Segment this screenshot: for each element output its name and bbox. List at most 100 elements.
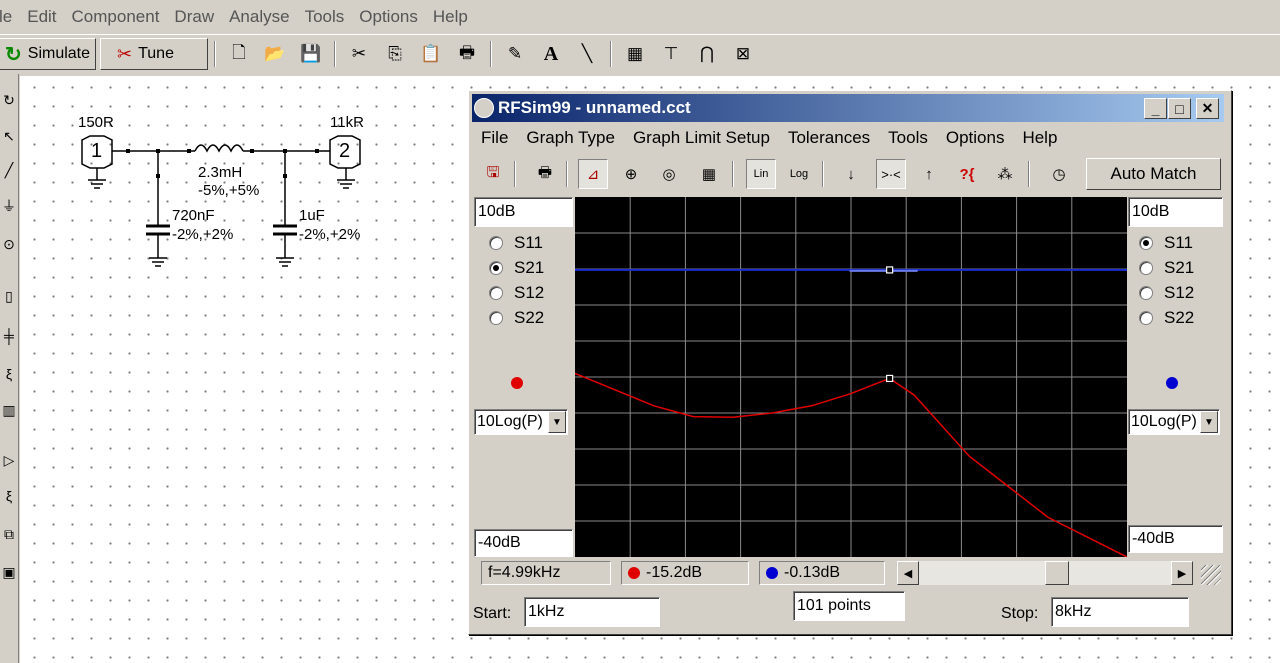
wmenu-graph-type[interactable]: Graph Type bbox=[526, 128, 615, 148]
resistor-icon[interactable]: ▯ bbox=[0, 284, 18, 308]
smith-chart-icon[interactable]: ◎ bbox=[654, 159, 684, 189]
calculator-icon[interactable]: ▦ bbox=[620, 40, 650, 68]
rotate-icon[interactable]: ↻ bbox=[0, 88, 18, 112]
paste-icon[interactable]: 📋 bbox=[416, 40, 446, 68]
tune-button[interactable]: ✂ Tune bbox=[100, 38, 208, 70]
diode-icon[interactable]: ▷ bbox=[0, 448, 18, 472]
polar-graph-icon[interactable]: ⊕ bbox=[616, 159, 646, 189]
query-icon[interactable]: ?{ bbox=[952, 159, 982, 189]
log-scale-icon[interactable]: Log bbox=[784, 159, 814, 189]
resize-grip-icon[interactable] bbox=[1201, 565, 1221, 585]
menu-analyse[interactable]: Analyse bbox=[226, 7, 292, 27]
open-folder-icon[interactable]: 📂 bbox=[260, 40, 290, 68]
port-icon[interactable]: ▣ bbox=[0, 560, 18, 584]
new-file-icon[interactable]: 🗋 bbox=[224, 40, 254, 68]
wire-tool-icon[interactable]: ✎ bbox=[500, 40, 530, 68]
s21-marker bbox=[886, 374, 894, 383]
start-frequency-field[interactable]: 1kHz bbox=[524, 597, 660, 627]
inductor-icon[interactable]: ξ bbox=[0, 362, 18, 386]
right-marker-dot bbox=[1166, 377, 1178, 389]
wmenu-file[interactable]: File bbox=[481, 128, 508, 148]
right-scale-select[interactable]: 10Log(P) ▼ bbox=[1128, 409, 1220, 435]
auto-match-button[interactable]: Auto Match bbox=[1086, 158, 1221, 190]
radio-label: S21 bbox=[1164, 258, 1195, 277]
transformer-icon[interactable]: ▥ bbox=[0, 398, 18, 422]
scroll-thumb[interactable] bbox=[1045, 561, 1069, 585]
optimize-icon[interactable]: ⁂ bbox=[990, 159, 1020, 189]
frequency-scrollbar[interactable]: ◀ ▶ bbox=[897, 561, 1193, 585]
smith-tool-icon[interactable]: ⊠ bbox=[728, 40, 758, 68]
save-icon[interactable]: 💾 bbox=[296, 40, 326, 68]
marker-up-icon[interactable]: ↑ bbox=[914, 159, 944, 189]
menu-help[interactable]: Help bbox=[430, 7, 471, 27]
linear-scale-icon[interactable]: Lin bbox=[746, 159, 776, 189]
close-button[interactable]: ✕ bbox=[1196, 98, 1219, 119]
radio-label: S11 bbox=[514, 233, 543, 252]
right-bottom-limit-field[interactable]: -40dB bbox=[1128, 525, 1223, 553]
left-radio-s12[interactable]: S12 bbox=[489, 283, 544, 303]
right-radio-s11[interactable]: S11 bbox=[1139, 233, 1193, 253]
menu-file[interactable]: le bbox=[0, 7, 15, 27]
cap-2-tolerance: -2%,+2% bbox=[299, 226, 361, 243]
save-graph-icon[interactable]: 🖫 bbox=[478, 159, 508, 189]
text-tool-icon[interactable]: A bbox=[536, 40, 566, 68]
left-top-limit-field[interactable]: 10dB bbox=[474, 197, 573, 227]
antenna-icon[interactable]: ⊤ bbox=[656, 40, 686, 68]
menu-options[interactable]: Options bbox=[356, 7, 421, 27]
print-icon[interactable]: 🖶 bbox=[452, 40, 482, 68]
right-radio-s12[interactable]: S12 bbox=[1139, 283, 1194, 303]
menu-component[interactable]: Component bbox=[69, 7, 163, 27]
radio-circle bbox=[1139, 311, 1153, 325]
wmenu-options[interactable]: Options bbox=[946, 128, 1005, 148]
port-2-impedance: 11kR bbox=[330, 114, 364, 131]
capacitor-icon[interactable]: ╪ bbox=[0, 324, 18, 348]
menu-edit[interactable]: Edit bbox=[24, 7, 59, 27]
wmenu-graph-limit-setup[interactable]: Graph Limit Setup bbox=[633, 128, 770, 148]
line-tool-icon[interactable]: ╲ bbox=[572, 40, 602, 68]
stop-frequency-field[interactable]: 8kHz bbox=[1051, 597, 1189, 627]
wmenu-help[interactable]: Help bbox=[1022, 128, 1057, 148]
s-parameter-graph[interactable] bbox=[575, 197, 1127, 557]
rect-graph-icon[interactable]: ⊿ bbox=[578, 159, 608, 189]
dropdown-arrow-icon: ▼ bbox=[1200, 411, 1218, 433]
ground-icon[interactable]: ⏚ bbox=[0, 194, 18, 218]
window-titlebar[interactable]: RFSim99 - unnamed.cct _ □ ✕ bbox=[472, 94, 1224, 122]
menu-tools[interactable]: Tools bbox=[302, 7, 348, 27]
left-scale-select[interactable]: 10Log(P) ▼ bbox=[474, 409, 568, 435]
minimize-button[interactable]: _ bbox=[1144, 98, 1167, 119]
menu-draw[interactable]: Draw bbox=[171, 7, 217, 27]
component-icon[interactable]: ⋂ bbox=[692, 40, 722, 68]
coil-icon[interactable]: ξ bbox=[0, 484, 18, 508]
marker-down-icon[interactable]: ↓ bbox=[836, 159, 866, 189]
scroll-right-arrow-icon[interactable]: ▶ bbox=[1171, 561, 1193, 585]
right-top-limit-field[interactable]: 10dB bbox=[1128, 197, 1223, 227]
wmenu-tools[interactable]: Tools bbox=[888, 128, 928, 148]
port-1-number: 1 bbox=[91, 140, 103, 162]
copy-icon[interactable]: ⎘ bbox=[380, 40, 410, 68]
table-icon[interactable]: ▦ bbox=[694, 159, 724, 189]
left-marker-dot bbox=[511, 377, 523, 389]
wire-icon[interactable]: ╱ bbox=[0, 158, 18, 182]
left-radio-s22[interactable]: S22 bbox=[489, 308, 544, 328]
tune-label: Tune bbox=[138, 45, 174, 62]
cut-icon[interactable]: ✂ bbox=[344, 40, 374, 68]
simulate-button[interactable]: ↻ Simulate bbox=[0, 38, 96, 70]
clock-icon[interactable]: ◷ bbox=[1044, 159, 1074, 189]
left-radio-s11[interactable]: S11 bbox=[489, 233, 543, 253]
wmenu-tolerances[interactable]: Tolerances bbox=[788, 128, 870, 148]
block-icon[interactable]: ⧉ bbox=[0, 522, 18, 546]
source-icon[interactable]: ⊙ bbox=[0, 232, 18, 256]
left-radio-s21[interactable]: S21 bbox=[489, 258, 544, 278]
right-radio-s21[interactable]: S21 bbox=[1139, 258, 1194, 278]
dropdown-arrow-icon: ▼ bbox=[548, 411, 566, 433]
marker-center-icon[interactable]: >·< bbox=[876, 159, 906, 189]
print-icon[interactable]: 🖶 bbox=[530, 159, 560, 189]
right-scale-value: 10Log(P) bbox=[1131, 413, 1197, 430]
pointer-icon[interactable]: ↖ bbox=[0, 124, 18, 148]
start-label: Start: bbox=[473, 605, 512, 622]
points-field[interactable]: 101 points bbox=[793, 591, 905, 621]
left-bottom-limit-field[interactable]: -40dB bbox=[474, 529, 573, 557]
scroll-left-arrow-icon[interactable]: ◀ bbox=[897, 561, 919, 585]
right-radio-s22[interactable]: S22 bbox=[1139, 308, 1194, 328]
maximize-button[interactable]: □ bbox=[1168, 98, 1191, 119]
